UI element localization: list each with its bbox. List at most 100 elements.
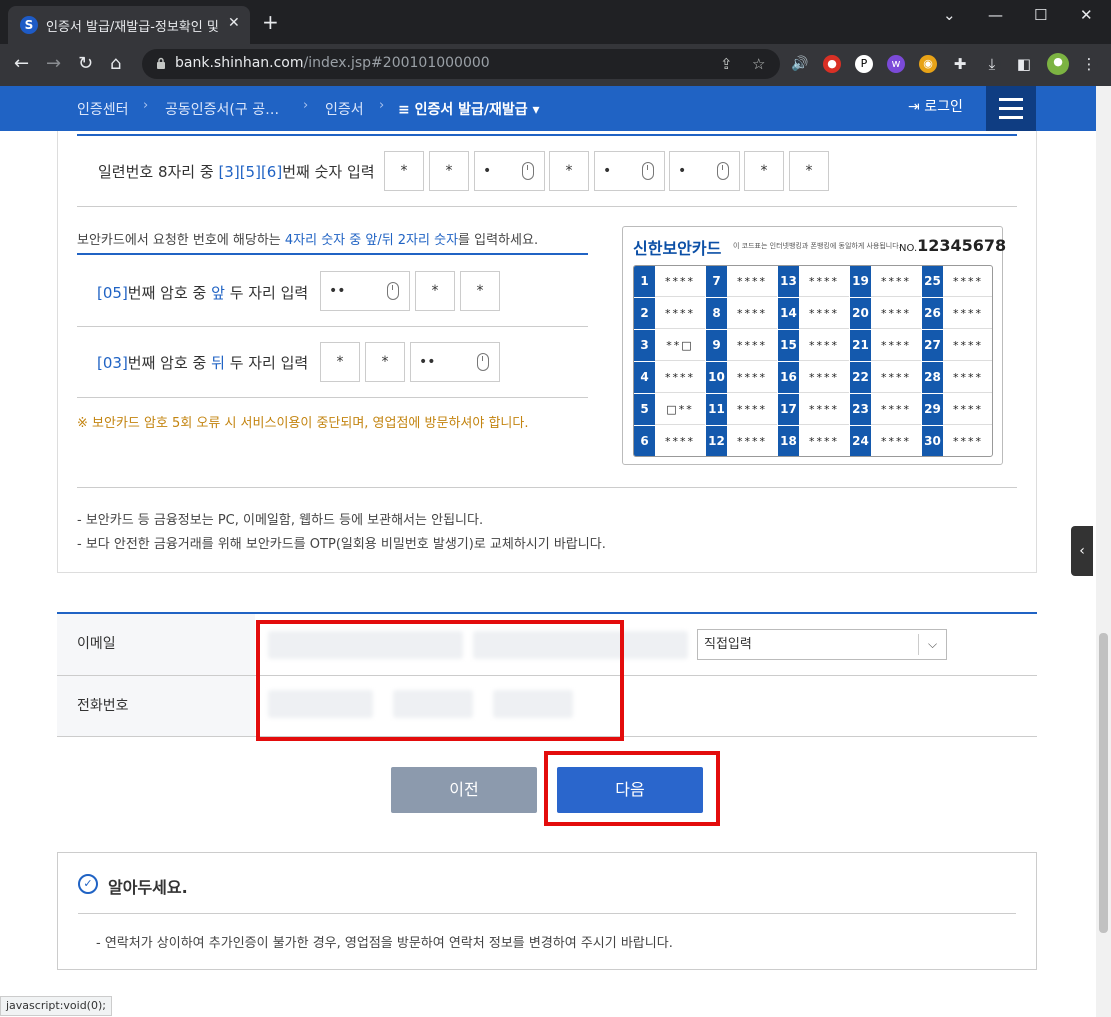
shinhan-favicon-icon: S	[20, 16, 38, 34]
close-window-icon[interactable]: ✕	[1080, 6, 1093, 24]
seccard-value: □**	[655, 394, 705, 425]
seccard-value: ****	[799, 426, 849, 456]
seccard-value: ****	[871, 362, 921, 393]
breadcrumb-cert[interactable]: 인증서	[325, 99, 364, 119]
email-label: 이메일	[57, 614, 255, 675]
seccard-value: ****	[943, 394, 992, 425]
tab-search-icon[interactable]: ⌄	[943, 6, 956, 24]
login-link[interactable]: ⇥ 로그인	[908, 96, 963, 116]
seccard-row2-box-1[interactable]: *	[320, 342, 360, 382]
seccard-value: ****	[727, 298, 777, 329]
virtual-keypad-icon[interactable]	[477, 353, 489, 371]
home-icon[interactable]: ⌂	[110, 54, 121, 74]
extension-icon[interactable]: w	[887, 55, 905, 73]
serial-digit-7[interactable]: *	[744, 151, 784, 191]
seccard-value: ****	[943, 330, 992, 361]
status-bar: javascript:void(0);	[0, 996, 112, 1016]
breadcrumb-joint-cert[interactable]: 공동인증서(구 공…	[165, 99, 279, 119]
divider	[77, 326, 588, 327]
prev-button[interactable]: 이전	[391, 767, 537, 813]
seccard-row2-box-2[interactable]: *	[365, 342, 405, 382]
next-button[interactable]: 다음	[557, 767, 703, 813]
browser-tab[interactable]: S 인증서 발급/재발급-정보확인 및 ✕	[8, 6, 250, 44]
notice-text: - 연락처가 상이하여 추가인증이 불가한 경우, 영업점을 방문하여 연락처 …	[96, 936, 673, 951]
seccard-number: 9	[706, 330, 727, 361]
url-text: bank.shinhan.com/index.jsp#200101000000	[175, 55, 490, 71]
hamburger-menu-icon[interactable]	[986, 86, 1036, 131]
seccard-number: 5	[634, 394, 655, 425]
extension-icon[interactable]: P	[855, 55, 873, 73]
seccard-value: ****	[799, 394, 849, 425]
chevron-down-icon: ⌵	[918, 634, 946, 655]
extension-icon[interactable]: ◉	[919, 55, 937, 73]
bookmark-star-icon[interactable]: ☆	[752, 55, 765, 73]
volume-icon[interactable]: 🔊	[791, 55, 809, 73]
seccard-number: 30	[922, 426, 943, 456]
close-tab-icon[interactable]: ✕	[228, 15, 240, 31]
virtual-keypad-icon[interactable]	[522, 162, 534, 180]
extension-icon[interactable]: ●	[823, 55, 841, 73]
virtual-keypad-icon[interactable]	[642, 162, 654, 180]
serial-digit-3-input[interactable]: •	[474, 151, 545, 191]
check-circle-icon: ✓	[78, 874, 98, 894]
seccard-warning: ※ 보안카드 암호 5회 오류 시 서비스이용이 중단되며, 영업점에 방문하셔…	[77, 416, 529, 431]
seccard-number: 2	[634, 298, 655, 329]
menu-kebab-icon[interactable]: ⋮	[1080, 55, 1098, 73]
seccard-value: ****	[655, 426, 705, 456]
phone-label: 전화번호	[57, 676, 255, 737]
seccard-value: ****	[871, 330, 921, 361]
address-bar[interactable]: bank.shinhan.com/index.jsp#200101000000 …	[142, 49, 780, 79]
download-icon[interactable]: ⤓	[983, 55, 1001, 73]
seccard-row2-input-3[interactable]: ••	[410, 342, 500, 382]
seccard-number: 21	[850, 330, 871, 361]
seccard-value: ****	[727, 362, 777, 393]
email-domain-select[interactable]: 직접입력 ⌵	[697, 629, 947, 660]
new-tab-icon[interactable]: +	[262, 12, 279, 32]
scrollbar-thumb[interactable]	[1099, 633, 1108, 933]
back-icon[interactable]: ←	[14, 54, 29, 74]
seccard-row1-input-1[interactable]: ••	[320, 271, 410, 311]
seccard-number: 29	[922, 394, 943, 425]
virtual-keypad-icon[interactable]	[717, 162, 729, 180]
breadcrumb-cert-center[interactable]: 인증센터	[77, 99, 129, 119]
side-panel-icon[interactable]: ◧	[1015, 55, 1033, 73]
seccard-number: 15	[778, 330, 799, 361]
seccard-number: 27	[922, 330, 943, 361]
maximize-icon[interactable]: ☐	[1034, 6, 1047, 24]
share-icon[interactable]: ⇪	[720, 55, 733, 73]
serial-digit-1[interactable]: *	[384, 151, 424, 191]
divider	[77, 206, 1017, 207]
lock-icon	[157, 57, 165, 69]
profile-avatar-icon[interactable]: ●	[1047, 53, 1069, 75]
breadcrumb-current[interactable]: ≡ 인증서 발급/재발급 ▾	[398, 99, 540, 119]
forward-icon[interactable]: →	[46, 54, 61, 74]
seccard-value: ****	[943, 362, 992, 393]
seccard-number: 24	[850, 426, 871, 456]
reload-icon[interactable]: ↻	[78, 54, 93, 74]
site-breadcrumb-bar: 인증센터 › 공동인증서(구 공… › 인증서 › ≡ 인증서 발급/재발급 ▾…	[0, 86, 1096, 131]
seccard-number: 19	[850, 266, 871, 297]
seccard-row1-box-2[interactable]: *	[415, 271, 455, 311]
seccard-number: 11	[706, 394, 727, 425]
serial-digit-6-input[interactable]: •	[669, 151, 740, 191]
seccard-number: 25	[922, 266, 943, 297]
seccard-row1-box-3[interactable]: *	[460, 271, 500, 311]
seccard-value: ****	[727, 330, 777, 361]
seccard-number: 14	[778, 298, 799, 329]
breadcrumb-chevron-icon: ›	[379, 98, 385, 113]
serial-digit-5-input[interactable]: •	[594, 151, 665, 191]
puzzle-icon[interactable]: ✚	[951, 55, 969, 73]
minimize-icon[interactable]: —	[988, 6, 1003, 24]
divider	[78, 913, 1016, 914]
seccard-number: 22	[850, 362, 871, 393]
serial-digit-8[interactable]: *	[789, 151, 829, 191]
seccard-value: ****	[799, 266, 849, 297]
seccard-number: 13	[778, 266, 799, 297]
virtual-keypad-icon[interactable]	[387, 282, 399, 300]
serial-digit-2[interactable]: *	[429, 151, 469, 191]
side-panel-toggle[interactable]: ‹	[1071, 526, 1093, 576]
seccard-number: 18	[778, 426, 799, 456]
seccard-number: 12	[706, 426, 727, 456]
seccard-value: ****	[871, 298, 921, 329]
serial-digit-4[interactable]: *	[549, 151, 589, 191]
